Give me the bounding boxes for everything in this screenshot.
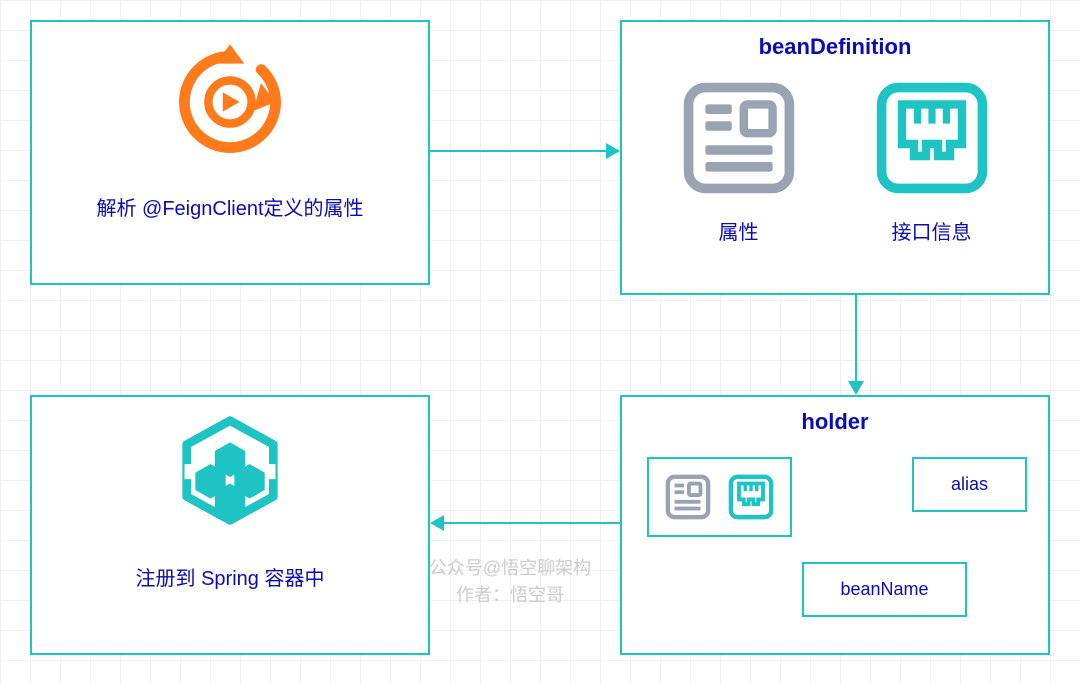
cubes-icon xyxy=(165,412,295,542)
box-holder: holder alias beanName xyxy=(620,395,1050,655)
box-parse-feignclient: 解析 @FeignClient定义的属性 xyxy=(30,20,430,285)
arrow-3-to-4 xyxy=(444,522,620,524)
network-port-icon-small xyxy=(727,473,775,521)
arrow-3-to-4-head xyxy=(430,515,444,531)
watermark: 公众号@悟空聊架构 作者：悟空哥 xyxy=(400,555,620,609)
arrow-2-to-3 xyxy=(855,295,857,383)
box1-caption: 解析 @FeignClient定义的属性 xyxy=(32,192,428,221)
holder-title: holder xyxy=(622,409,1048,435)
box-bean-definition: beanDefinition 属性 xyxy=(620,20,1050,295)
network-port-icon xyxy=(872,78,992,198)
arrow-1-to-2-head xyxy=(606,143,620,159)
bean-name-box: beanName xyxy=(802,562,967,617)
mini-bean-definition xyxy=(647,457,792,537)
box-spring-container: 注册到 Spring 容器中 xyxy=(30,395,430,655)
watermark-line2: 作者：悟空哥 xyxy=(400,582,620,609)
box4-caption: 注册到 Spring 容器中 xyxy=(32,562,428,591)
refresh-play-icon xyxy=(170,42,290,162)
bean-name-label: beanName xyxy=(840,579,928,600)
iface-label: 接口信息 xyxy=(872,216,992,245)
watermark-line1: 公众号@悟空聊架构 xyxy=(400,555,620,582)
alias-box: alias xyxy=(912,457,1027,512)
alias-label: alias xyxy=(951,474,988,495)
document-icon-small xyxy=(664,473,712,521)
bean-definition-title: beanDefinition xyxy=(622,34,1048,60)
attr-label: 属性 xyxy=(679,216,799,245)
document-icon xyxy=(679,78,799,198)
arrow-2-to-3-head xyxy=(848,381,864,395)
arrow-1-to-2 xyxy=(430,150,608,152)
